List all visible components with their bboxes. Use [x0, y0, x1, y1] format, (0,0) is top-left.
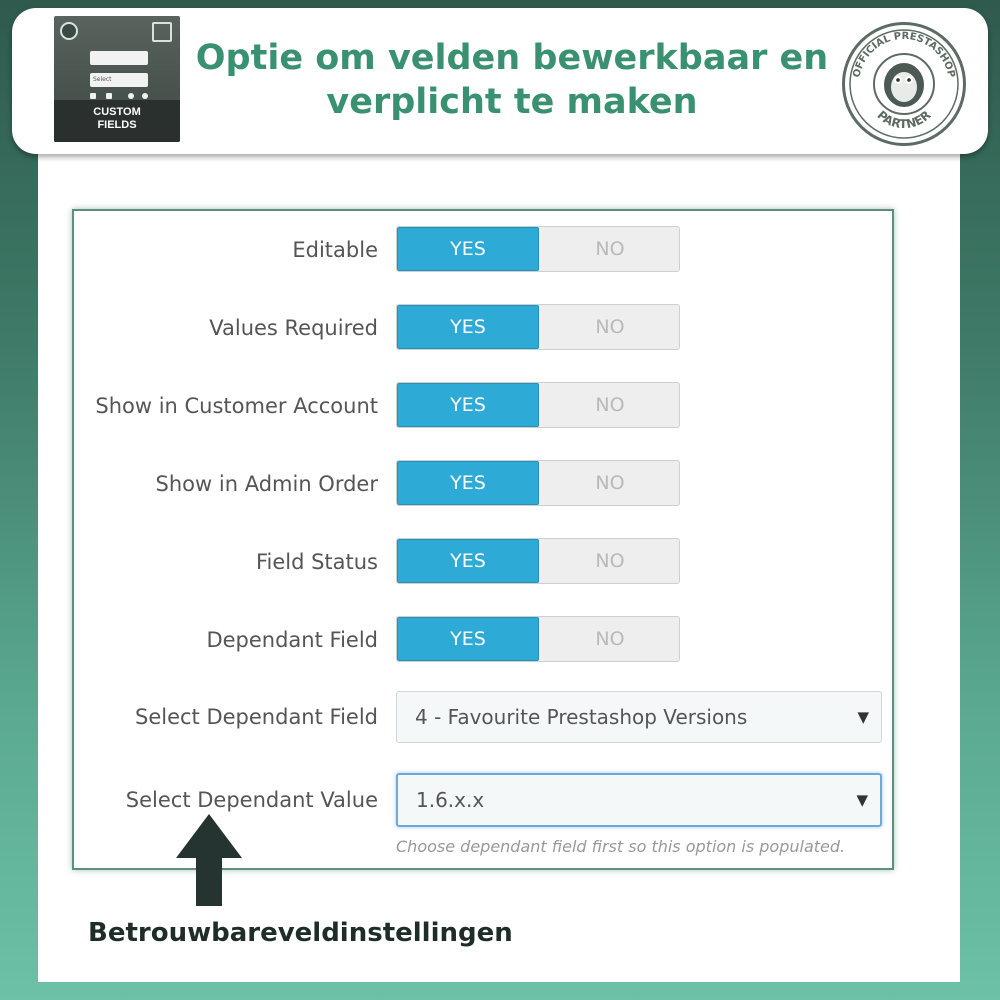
show-customer-account-no-option[interactable]: NO [539, 383, 679, 427]
logo-caption-line2: FIELDS [97, 119, 137, 131]
logo-input-graphic [90, 51, 148, 65]
logo-caption: CUSTOM FIELDS [54, 100, 180, 142]
show-customer-account-row: Show in Customer Account YES NO [74, 382, 894, 430]
field-status-label: Field Status [255, 550, 378, 574]
help-text: Choose dependant field first so this opt… [396, 837, 846, 856]
editable-label: Editable [292, 238, 378, 262]
custom-fields-logo: Select CUSTOM FIELDS [54, 16, 180, 142]
select-dependant-field-value: 4 - Favourite Prestashop Versions [415, 705, 748, 729]
dependant-field-toggle[interactable]: YES NO [396, 616, 680, 662]
logo-circle-icon [60, 22, 78, 40]
select-caret-icon: ▼ [857, 708, 869, 726]
values-required-label: Values Required [209, 316, 378, 340]
page-title-line2: verplicht te maken [326, 82, 698, 122]
page-title-line1: Optie om velden bewerkbaar en [195, 38, 829, 78]
editable-yes-option[interactable]: YES [397, 227, 539, 271]
show-admin-order-yes-option[interactable]: YES [397, 461, 539, 505]
dependant-field-yes-option[interactable]: YES [397, 617, 539, 661]
header-banner: Select CUSTOM FIELDS Optie om velden bew… [12, 8, 988, 154]
select-dependant-value-value: 1.6.x.x [416, 788, 485, 812]
show-customer-account-yes-option[interactable]: YES [397, 383, 539, 427]
field-settings-form: Editable YES NO Values Required YES NO S… [72, 209, 894, 870]
logo-brand-icon [152, 22, 172, 42]
values-required-no-option[interactable]: NO [539, 305, 679, 349]
show-customer-account-label: Show in Customer Account [95, 394, 378, 418]
page-title: Optie om velden bewerkbaar en verplicht … [182, 36, 842, 124]
values-required-yes-option[interactable]: YES [397, 305, 539, 349]
dependant-field-row: Dependant Field YES NO [74, 616, 894, 664]
select-dependant-field-row: Select Dependant Field 4 - Favourite Pre… [74, 691, 894, 743]
select-dependant-field-dropdown[interactable]: 4 - Favourite Prestashop Versions ▼ [396, 691, 882, 743]
caption-text: Betrouwbareveldinstellingen [88, 918, 513, 948]
editable-toggle[interactable]: YES NO [396, 226, 680, 272]
dependant-field-label: Dependant Field [206, 628, 378, 652]
select-dependant-value-dropdown[interactable]: 1.6.x.x ▼ [396, 773, 882, 827]
field-status-yes-option[interactable]: YES [397, 539, 539, 583]
show-admin-order-row: Show in Admin Order YES NO [74, 460, 894, 508]
editable-row: Editable YES NO [74, 226, 894, 274]
show-admin-order-no-option[interactable]: NO [539, 461, 679, 505]
values-required-toggle[interactable]: YES NO [396, 304, 680, 350]
up-arrow-icon [176, 814, 242, 906]
select-caret-icon: ▼ [856, 791, 868, 809]
show-admin-order-toggle[interactable]: YES NO [396, 460, 680, 506]
select-dependant-value-label: Select Dependant Value [125, 788, 378, 812]
prestashop-partner-badge-icon: OFFICIAL PRESTASHOP PARTNER [842, 22, 966, 146]
logo-caption-line1: CUSTOM [93, 106, 141, 118]
select-dependant-field-label: Select Dependant Field [135, 705, 378, 729]
dependant-field-no-option[interactable]: NO [539, 617, 679, 661]
logo-select-graphic: Select [90, 73, 148, 87]
show-customer-account-toggle[interactable]: YES NO [396, 382, 680, 428]
field-status-no-option[interactable]: NO [539, 539, 679, 583]
editable-no-option[interactable]: NO [539, 227, 679, 271]
field-status-toggle[interactable]: YES NO [396, 538, 680, 584]
show-admin-order-label: Show in Admin Order [155, 472, 378, 496]
field-status-row: Field Status YES NO [74, 538, 894, 586]
values-required-row: Values Required YES NO [74, 304, 894, 352]
